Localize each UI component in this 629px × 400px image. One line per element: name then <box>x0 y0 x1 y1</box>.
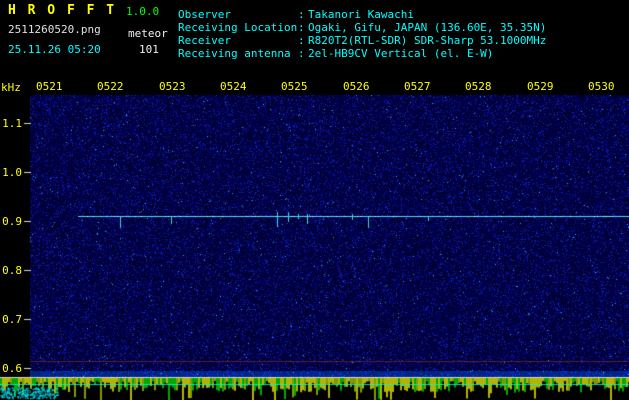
info-value-antenna: 2el-HB9CV Vertical (el. E-W) <box>308 47 494 60</box>
info-value-observer: Takanori Kawachi <box>308 8 414 21</box>
station-info: Observer: Takanori Kawachi Receiving Loca… <box>178 8 546 60</box>
station-info-row: Receiving Location: Ogaki, Gifu, JAPAN (1… <box>178 21 546 34</box>
freq-tick-label: 0.9 <box>2 215 22 228</box>
freq-tick-label: 0.6 <box>2 362 22 375</box>
freq-tick-label: 1.0 <box>2 166 22 179</box>
spectrogram-plot: kHz 0521 0522 0523 0524 0525 0526 0527 0… <box>0 75 629 400</box>
y-axis-unit: kHz <box>1 81 21 94</box>
info-separator: : <box>298 34 305 47</box>
station-info-row: Observer: Takanori Kawachi <box>178 8 546 21</box>
hrofft-output-window: H R O F F T 1.0.0 2511260520.png meteor … <box>0 0 629 400</box>
time-tick-label: 0530 <box>588 80 615 93</box>
mode-label: meteor <box>128 27 168 40</box>
station-info-row: Receiver: R820T2(RTL-SDR) SDR-Sharp 53.10… <box>178 34 546 47</box>
time-tick-label: 0525 <box>281 80 308 93</box>
time-tick-label: 0526 <box>343 80 370 93</box>
time-tick-label: 0524 <box>220 80 247 93</box>
freq-tick-label: 0.7 <box>2 313 22 326</box>
info-value-location: Ogaki, Gifu, JAPAN (136.60E, 35.35N) <box>308 21 547 34</box>
output-filename: 2511260520.png <box>8 23 101 36</box>
info-label-observer: Observer <box>178 8 231 21</box>
datetime-label: 25.11.26 05:20 <box>8 43 101 56</box>
count-value: 101 <box>139 43 159 56</box>
spectrogram-canvas <box>0 75 629 400</box>
time-tick-label: 0528 <box>465 80 492 93</box>
info-separator: : <box>298 21 305 34</box>
station-info-row: Receiving antenna:2el-HB9CV Vertical (el… <box>178 47 546 60</box>
time-tick-label: 0527 <box>404 80 431 93</box>
info-label-antenna: Receiving antenna <box>178 47 291 60</box>
time-tick-label: 0521 <box>36 80 63 93</box>
freq-tick-label: 1.1 <box>2 117 22 130</box>
app-title: H R O F F T <box>8 3 117 18</box>
info-value-receiver: R820T2(RTL-SDR) SDR-Sharp 53.1000MHz <box>308 34 547 47</box>
app-version: 1.0.0 <box>126 5 160 18</box>
info-label-location: Receiving Location <box>178 21 298 34</box>
time-tick-label: 0529 <box>527 80 554 93</box>
info-label-receiver: Receiver <box>178 34 231 47</box>
time-tick-label: 0522 <box>97 80 124 93</box>
info-separator: : <box>298 47 305 60</box>
time-tick-label: 0523 <box>159 80 186 93</box>
info-separator: : <box>298 8 305 21</box>
freq-tick-label: 0.8 <box>2 264 22 277</box>
